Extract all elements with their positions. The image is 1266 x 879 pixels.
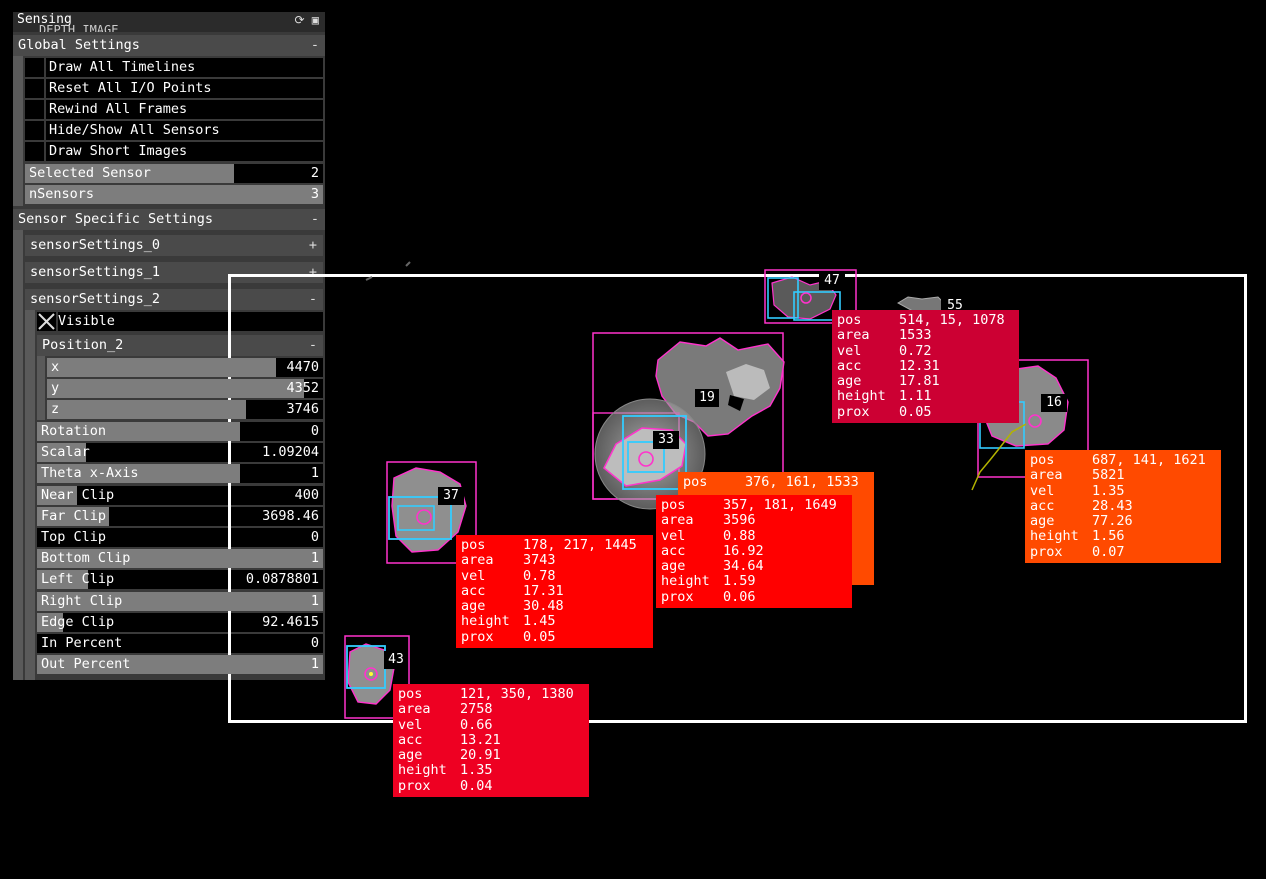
blob-info-47: pos 514, 15, 1078 area 1533 vel 0.72 acc 12.…: [832, 310, 1019, 423]
blob-info-16: pos 687, 141, 1621 area 5821 vel 1.35 acc 28…: [1025, 450, 1221, 563]
blob-info-37: pos 178, 217, 1445 area 3743 vel 0.78 acc 17…: [456, 535, 653, 648]
blob-info-33b: pos 357, 181, 1649 area 3596 vel 0.88 acc 16…: [656, 495, 852, 608]
position-y-slider[interactable]: y 4352: [47, 379, 323, 398]
blob-id-16: 16: [1041, 394, 1067, 412]
blob-info-43: pos 121, 350, 1380 area 2758 vel 0.66 acc 13…: [393, 684, 589, 797]
blob-id-37: 37: [438, 487, 464, 505]
param-slider-bottom-clip[interactable]: Bottom Clip 1: [37, 549, 323, 569]
blob-id-43: 43: [384, 651, 408, 669]
param-slider-out-percent[interactable]: Out Percent 1: [37, 655, 323, 675]
blob-id-19: 19: [695, 389, 719, 407]
param-slider-right-clip[interactable]: Right Clip 1: [37, 591, 323, 611]
blob-id-47: 47: [819, 272, 845, 290]
n-sensors-slider[interactable]: nSensors 3: [25, 185, 323, 204]
blob-id-33: 33: [653, 431, 679, 449]
